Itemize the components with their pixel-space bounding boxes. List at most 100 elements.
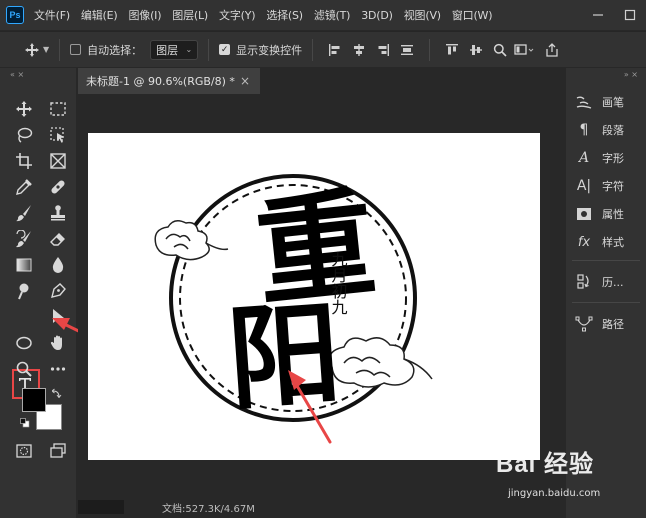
document-tab[interactable]: 未标题-1 @ 90.6%(RGB/8) * × <box>78 68 260 94</box>
align-hcenter-icon[interactable] <box>347 40 371 60</box>
panel-styles-label: 样式 <box>602 236 624 249</box>
divider <box>572 260 640 261</box>
screen-mode-icon[interactable] <box>45 438 71 464</box>
options-bar: ▼ 自动选择： 图层 ⌄ ✓ 显示变换控件 <box>0 31 646 67</box>
document-area: 未标题-1 @ 90.6%(RGB/8) * × 重 阳 九月初九 文档:527… <box>78 68 560 518</box>
eyedropper-tool-icon[interactable] <box>11 174 37 200</box>
panel-properties-label: 属性 <box>602 208 624 221</box>
panel-glyphs-label: 字形 <box>602 152 624 165</box>
clone-stamp-tool-icon[interactable] <box>45 200 71 226</box>
auto-select-target-value: 图层 <box>156 43 179 57</box>
align-right-icon[interactable] <box>371 40 395 60</box>
menu-view[interactable]: 视图(V) <box>404 7 441 23</box>
panel-paths[interactable]: 路径 <box>574 312 640 336</box>
crop-tool-icon[interactable] <box>11 148 37 174</box>
watermark-logo-text: Bai 经验 <box>496 451 595 478</box>
panel-history[interactable]: 历... <box>574 270 640 294</box>
eraser-tool-icon[interactable] <box>45 226 71 252</box>
dodge-tool-icon[interactable] <box>11 278 37 304</box>
auto-select-checkbox[interactable] <box>70 44 82 55</box>
baidu-watermark: Bai 经验 jingyan.baidu.com <box>492 440 642 510</box>
frame-tool-icon[interactable] <box>45 148 71 174</box>
menu-window[interactable]: 窗口(W) <box>452 7 493 23</box>
menu-image[interactable]: 图像(I) <box>128 7 161 23</box>
panel-collapse-icon[interactable]: « × <box>0 68 76 82</box>
minimize-icon[interactable] <box>582 0 614 30</box>
character-style-icon: A <box>578 150 590 166</box>
zoom-tool-icon[interactable] <box>11 356 37 382</box>
auto-select-target-dropdown[interactable]: 图层 ⌄ <box>150 39 199 60</box>
watermark-url: jingyan.baidu.com <box>508 488 601 499</box>
show-transform-label: 显示变换控件 <box>236 43 303 57</box>
quick-mask-icon[interactable] <box>11 438 37 464</box>
lasso-tool-icon[interactable] <box>11 122 37 148</box>
healing-brush-tool-icon[interactable] <box>45 174 71 200</box>
styles-icon: fx <box>577 234 591 250</box>
menu-bar: Ps 文件(F) 编辑(E) 图像(I) 图层(L) 文字(Y) 选择(S) 滤… <box>0 0 646 30</box>
history-icon <box>574 272 594 292</box>
panel-history-label: 历... <box>602 276 624 289</box>
vertical-date-text: 九月初九 <box>329 251 348 315</box>
distribute-icon[interactable] <box>395 40 419 60</box>
panel-collapse-icon[interactable]: » × <box>566 68 646 82</box>
zoom-field[interactable] <box>78 500 124 514</box>
share-icon[interactable] <box>540 38 564 62</box>
doc-size-text: 文档:527.3K/4.67M <box>162 503 255 515</box>
panel-brush-label: 画笔 <box>602 96 624 109</box>
align-top-icon[interactable] <box>440 40 464 60</box>
paragraph-icon: ¶ <box>579 122 589 138</box>
tools-panel: « × <box>0 68 76 518</box>
align-vcenter-icon[interactable] <box>464 40 488 60</box>
history-brush-tool-icon[interactable] <box>11 226 37 252</box>
divider <box>208 38 210 61</box>
document-tab-title: 未标题-1 @ 90.6%(RGB/8) * <box>86 75 235 88</box>
menu-edit[interactable]: 编辑(E) <box>81 7 118 23</box>
menu-3d[interactable]: 3D(D) <box>361 9 393 22</box>
brush-icon <box>574 92 594 112</box>
photoshop-logo: Ps <box>6 6 24 24</box>
menu-type[interactable]: 文字(Y) <box>219 7 256 23</box>
panel-glyphs[interactable]: A 字形 <box>574 146 640 170</box>
divider <box>312 38 314 61</box>
menu-file[interactable]: 文件(F) <box>34 7 70 23</box>
move-icon <box>25 42 39 57</box>
status-bar: 文档:527.3K/4.67M <box>78 496 560 518</box>
object-select-tool-icon[interactable] <box>45 122 71 148</box>
annotation-arrow-canvas <box>288 370 332 444</box>
maximize-icon[interactable] <box>614 0 646 30</box>
panel-character-label: 字符 <box>602 180 624 193</box>
close-icon[interactable]: × <box>240 74 250 88</box>
foreground-color-swatch[interactable] <box>22 388 46 412</box>
ellipse-tool-icon[interactable] <box>11 330 37 356</box>
panel-styles[interactable]: fx 样式 <box>574 230 640 254</box>
search-icon[interactable] <box>488 38 512 62</box>
properties-icon <box>574 204 594 224</box>
auto-select-label: 自动选择： <box>87 43 143 57</box>
panel-paths-label: 路径 <box>602 318 624 331</box>
default-colors-icon[interactable] <box>20 418 30 428</box>
brush-tool-icon[interactable] <box>11 200 37 226</box>
panel-paragraph-label: 段落 <box>602 124 624 137</box>
swap-colors-icon[interactable] <box>51 388 62 399</box>
menu-filter[interactable]: 滤镜(T) <box>314 7 351 23</box>
marquee-tool-icon[interactable] <box>45 96 71 122</box>
workspace-icon[interactable] <box>512 38 536 62</box>
panel-character[interactable]: A| 字符 <box>574 174 640 198</box>
move-tool-preset[interactable]: ▼ <box>24 42 49 58</box>
divider <box>572 302 640 303</box>
show-transform-checkbox[interactable]: ✓ <box>219 44 231 55</box>
chevron-down-icon: ▼ <box>43 45 50 54</box>
character-icon: A| <box>576 178 592 194</box>
menu-layer[interactable]: 图层(L) <box>172 7 208 23</box>
panel-properties[interactable]: 属性 <box>574 202 640 226</box>
divider <box>59 38 61 61</box>
panel-brush[interactable]: 画笔 <box>574 90 640 114</box>
move-tool-icon[interactable] <box>11 96 37 122</box>
menu-select[interactable]: 选择(S) <box>266 7 303 23</box>
panel-paragraph[interactable]: ¶ 段落 <box>574 118 640 142</box>
gradient-tool-icon[interactable] <box>11 252 37 278</box>
window-controls <box>582 0 646 30</box>
blur-tool-icon[interactable] <box>45 252 71 278</box>
align-left-icon[interactable] <box>323 40 347 60</box>
cloud-left <box>154 220 229 261</box>
